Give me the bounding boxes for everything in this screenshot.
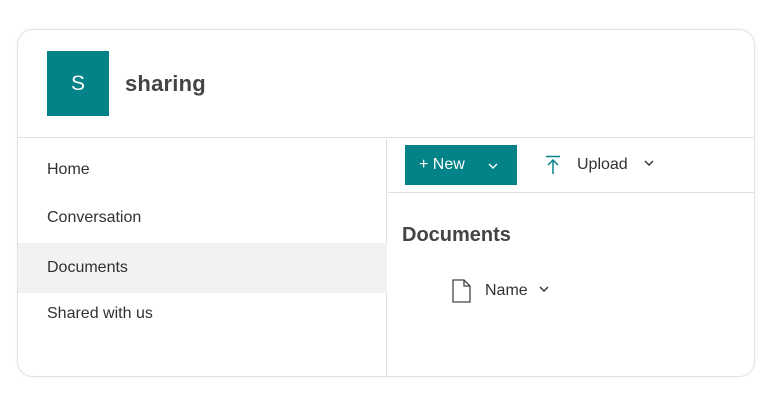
nav-item-label: Documents xyxy=(47,259,128,276)
nav-item-shared-with-us[interactable]: Shared with us xyxy=(18,289,387,339)
nav-item-label: Conversation xyxy=(47,209,142,226)
column-header-label: Name xyxy=(485,282,528,299)
site-header: S sharing xyxy=(18,30,754,138)
site-logo-letter: S xyxy=(70,71,85,95)
column-header-name[interactable]: Name xyxy=(452,279,550,303)
nav-item-home[interactable]: Home xyxy=(18,145,387,195)
upload-arrow-icon xyxy=(545,155,561,175)
upload-button-label: Upload xyxy=(577,156,628,173)
chevron-down-icon xyxy=(538,282,550,300)
new-button-label: + New xyxy=(419,156,465,173)
nav-item-label: Shared with us xyxy=(47,305,153,322)
site-title[interactable]: sharing xyxy=(125,71,206,97)
chevron-down-icon[interactable] xyxy=(643,156,655,174)
site-logo[interactable]: S xyxy=(47,51,109,116)
command-bar: + New Upload xyxy=(388,139,754,193)
left-navigation: Home Conversation Documents Shared with … xyxy=(18,139,387,376)
site-card: S sharing Home Conversation Documents Sh… xyxy=(17,29,755,377)
upload-button[interactable]: Upload xyxy=(545,145,655,185)
chevron-down-icon xyxy=(487,159,499,177)
nav-item-conversation[interactable]: Conversation xyxy=(18,193,387,243)
nav-item-documents[interactable]: Documents xyxy=(18,243,387,293)
file-icon xyxy=(452,279,471,303)
nav-item-label: Home xyxy=(47,161,90,178)
page-heading: Documents xyxy=(402,224,511,246)
new-button[interactable]: + New xyxy=(405,145,517,185)
